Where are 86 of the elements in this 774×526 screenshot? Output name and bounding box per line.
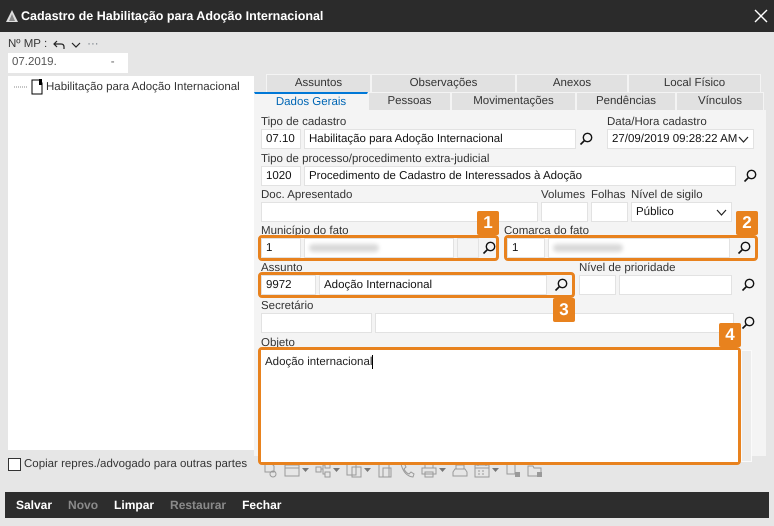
caret-icon[interactable] — [302, 468, 309, 472]
input-field[interactable]: 1020 — [261, 166, 301, 186]
tree-connector-icon — [14, 86, 28, 88]
input-field[interactable]: Habilitação para Adoção Internacional — [304, 129, 576, 149]
blurred-text — [309, 244, 379, 252]
tab[interactable]: Movimentações — [451, 92, 576, 110]
hierarchy-icon[interactable] — [315, 462, 331, 478]
callout-number: 3 — [553, 298, 575, 322]
field-label: Volumes — [541, 189, 586, 202]
tab[interactable]: Anexos — [516, 74, 628, 92]
callout-number: 2 — [736, 211, 758, 235]
tab[interactable]: Observações — [371, 74, 516, 92]
field-label: Comarca do fato — [504, 225, 590, 238]
chevron-down-icon — [738, 136, 749, 142]
tab[interactable]: Vínculos — [676, 92, 764, 110]
search-icon[interactable] — [482, 241, 496, 255]
copy-icon[interactable] — [346, 462, 362, 478]
tab[interactable]: Pendências — [576, 92, 676, 110]
blurred-text — [553, 244, 623, 252]
tab[interactable]: Pessoas — [368, 92, 451, 110]
tree-item[interactable]: Habilitação para Adoção Internacional — [46, 80, 240, 94]
calendar-icon[interactable] — [474, 462, 490, 478]
caret-icon[interactable] — [333, 468, 340, 472]
input-field[interactable]: Adoção Internacional — [319, 275, 547, 295]
tab[interactable]: Dados Gerais — [254, 92, 368, 110]
search-icon[interactable] — [554, 278, 568, 292]
tab[interactable]: Assuntos — [266, 74, 371, 92]
input-field[interactable] — [591, 202, 628, 222]
date-time-picker[interactable]: 27/09/2019 09:28:22 AM — [607, 129, 754, 149]
input-field[interactable]: 9972 — [261, 275, 316, 295]
callout-number: 4 — [719, 323, 741, 347]
field-label: Folhas — [591, 189, 626, 202]
checkbox[interactable] — [8, 458, 21, 471]
text-area[interactable]: Adoção internacional — [261, 350, 738, 462]
field-label: Data/Hora cadastro — [607, 116, 707, 129]
input-field[interactable]: Procedimento de Cadastro de Interessados à Adoção — [304, 166, 736, 186]
document-icon — [31, 79, 43, 95]
search-icon[interactable] — [741, 316, 755, 330]
search-icon[interactable] — [743, 169, 757, 183]
checkbox-label: Copiar repres./advogado para outras partes — [24, 458, 248, 471]
search-icon[interactable] — [737, 241, 751, 255]
field-label: Nível de prioridade — [579, 262, 676, 275]
input-field[interactable]: 1 — [507, 238, 545, 258]
mp-label: Nº MP : — [8, 38, 48, 51]
more-button[interactable]: ··· — [87, 38, 99, 51]
search-icon[interactable] — [741, 278, 755, 292]
close-icon[interactable] — [754, 9, 768, 23]
callout-number: 1 — [477, 211, 499, 235]
field-label: Doc. Apresentado — [261, 189, 352, 202]
window-icon[interactable] — [284, 462, 300, 478]
scrollbar[interactable] — [741, 350, 752, 462]
field-label: Nível de sigilo — [631, 189, 703, 202]
field-label: Objeto — [261, 337, 295, 350]
window-title: Cadastro de Habilitação para Adoção Internacional — [21, 8, 324, 25]
field-label: Tipo de cadastro — [261, 116, 346, 129]
chevron-down-icon[interactable] — [71, 40, 82, 48]
clipboard-icon[interactable] — [377, 462, 393, 478]
field-label: Tipo de processo/procedimento extra-judicial — [261, 153, 490, 166]
input-field[interactable] — [619, 275, 732, 295]
action-button[interactable]: Limpar — [106, 496, 162, 514]
input-field[interactable]: 1 — [261, 238, 301, 258]
chevron-down-icon — [716, 208, 727, 216]
search-icon[interactable] — [579, 132, 593, 146]
undo-icon[interactable] — [53, 40, 66, 50]
printer-icon[interactable] — [421, 462, 437, 478]
tab[interactable]: Local Físico — [628, 74, 761, 92]
input-field[interactable]: 07.10 — [261, 129, 301, 149]
caret-icon[interactable] — [364, 468, 371, 472]
mp-number-field[interactable]: 07.2019. - — [8, 53, 128, 73]
action-button[interactable]: Salvar — [8, 496, 60, 514]
caret-icon[interactable] — [439, 468, 446, 472]
document-plus-icon[interactable] — [262, 462, 278, 478]
action-button[interactable]: Fechar — [234, 496, 290, 514]
input-field[interactable] — [579, 275, 616, 295]
sigilo-select[interactable]: Público — [631, 202, 732, 222]
document-lock-icon[interactable] — [505, 462, 521, 478]
field-label: Assunto — [260, 262, 303, 275]
phone-icon[interactable] — [399, 462, 415, 478]
input-field[interactable] — [261, 313, 372, 333]
scanner-icon[interactable] — [452, 462, 468, 478]
field-label: Município do fato — [260, 225, 349, 238]
app-logo-icon — [6, 10, 18, 22]
field-label: Secretário — [261, 300, 314, 313]
input-field[interactable] — [457, 238, 479, 258]
caret-icon[interactable] — [492, 468, 499, 472]
input-field[interactable] — [541, 202, 588, 222]
